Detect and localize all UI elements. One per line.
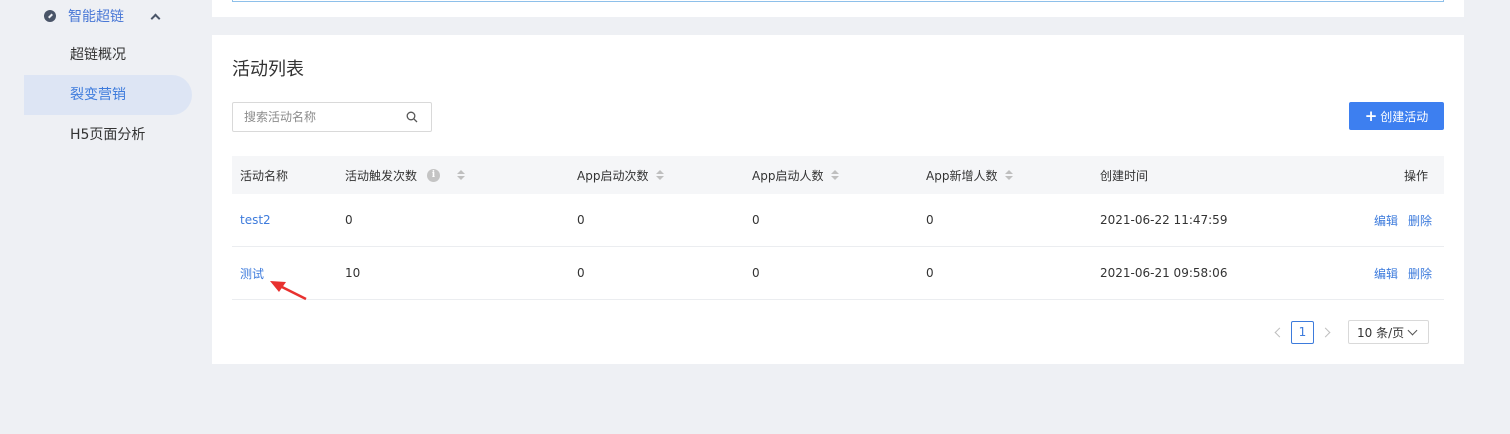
edit-link[interactable]: 编辑 — [1374, 247, 1398, 299]
sort-icon[interactable] — [1005, 170, 1014, 180]
app-new-users-cell: 0 — [926, 266, 934, 280]
activity-table: 活动名称 活动触发次数 i App启动次数 App启动人数 App新增人数 创建… — [232, 156, 1444, 300]
sidebar-group-smart-link[interactable]: 智能超链 — [44, 6, 184, 26]
header-app-new-users[interactable]: App新增人数 — [926, 156, 1014, 194]
delete-link[interactable]: 删除 — [1408, 247, 1432, 299]
table-row: 测试 10 0 0 0 2021-06-21 09:58:06 编辑 删除 — [232, 247, 1444, 300]
trigger-count-cell: 10 — [345, 266, 361, 280]
pagination: 1 10 条/页 — [1267, 320, 1429, 344]
app-launch-users-cell: 0 — [752, 213, 760, 227]
edit-link[interactable]: 编辑 — [1374, 194, 1398, 246]
sidebar-item-overview[interactable]: 超链概况 — [24, 35, 192, 75]
search-box[interactable] — [232, 102, 432, 132]
filter-panel — [212, 0, 1464, 17]
chevron-right-icon[interactable] — [1316, 321, 1338, 343]
page-number-button[interactable]: 1 — [1291, 320, 1314, 344]
activity-name-link[interactable]: 测试 — [240, 247, 264, 299]
app-launch-count-cell: 0 — [577, 213, 585, 227]
created-time-cell: 2021-06-22 11:47:59 — [1100, 213, 1228, 227]
filter-panel-border — [232, 0, 1444, 2]
header-created-time: 创建时间 — [1100, 168, 1149, 183]
sidebar-item-fission-marketing[interactable]: 裂变营销 — [24, 75, 192, 115]
activity-list-card: 活动列表 + 创建活动 活动名称 活动触发次数 i App启动次数 App启动人… — [212, 35, 1464, 364]
search-input[interactable] — [244, 110, 394, 124]
page-size-value: 10 条/页 — [1357, 325, 1405, 340]
created-time-cell: 2021-06-21 09:58:06 — [1100, 266, 1228, 280]
plus-icon: + — [1364, 106, 1378, 125]
header-trigger-count[interactable]: 活动触发次数 i — [345, 156, 466, 194]
create-activity-button[interactable]: + 创建活动 — [1349, 102, 1444, 130]
header-app-launch-count-label: App启动次数 — [577, 168, 649, 183]
search-icon[interactable] — [406, 111, 418, 123]
header-app-launch-users[interactable]: App启动人数 — [752, 156, 840, 194]
header-actions: 操作 — [1403, 168, 1428, 183]
link-icon — [44, 10, 56, 22]
page-size-select[interactable]: 10 条/页 — [1348, 320, 1429, 344]
table-row: test2 0 0 0 0 2021-06-22 11:47:59 编辑 删除 — [232, 194, 1444, 247]
chevron-down-icon — [1407, 325, 1418, 336]
sidebar: 智能超链 超链概况 裂变营销 H5页面分析 — [0, 0, 200, 434]
chevron-left-icon[interactable] — [1267, 321, 1289, 343]
sort-icon[interactable] — [457, 170, 466, 180]
header-app-launch-count[interactable]: App启动次数 — [577, 156, 665, 194]
app-launch-count-cell: 0 — [577, 266, 585, 280]
header-app-launch-users-label: App启动人数 — [752, 168, 824, 183]
delete-link[interactable]: 删除 — [1408, 194, 1432, 246]
annotation-arrow-icon — [270, 281, 307, 301]
create-activity-label: 创建活动 — [1380, 109, 1429, 124]
app-new-users-cell: 0 — [926, 213, 934, 227]
sort-icon[interactable] — [656, 170, 665, 180]
sidebar-group-label: 智能超链 — [68, 9, 124, 25]
chevron-up-icon[interactable] — [150, 11, 160, 21]
app-launch-users-cell: 0 — [752, 266, 760, 280]
trigger-count-cell: 0 — [345, 213, 353, 227]
table-header: 活动名称 活动触发次数 i App启动次数 App启动人数 App新增人数 创建… — [232, 156, 1444, 194]
page-title: 活动列表 — [232, 59, 304, 80]
header-activity-name: 活动名称 — [240, 168, 289, 183]
info-icon[interactable]: i — [427, 168, 441, 182]
sidebar-item-h5-analysis[interactable]: H5页面分析 — [24, 115, 192, 155]
sort-icon[interactable] — [831, 170, 840, 180]
header-app-new-users-label: App新增人数 — [926, 168, 998, 183]
activity-name-link[interactable]: test2 — [240, 194, 271, 246]
header-trigger-count-label: 活动触发次数 — [345, 168, 418, 183]
